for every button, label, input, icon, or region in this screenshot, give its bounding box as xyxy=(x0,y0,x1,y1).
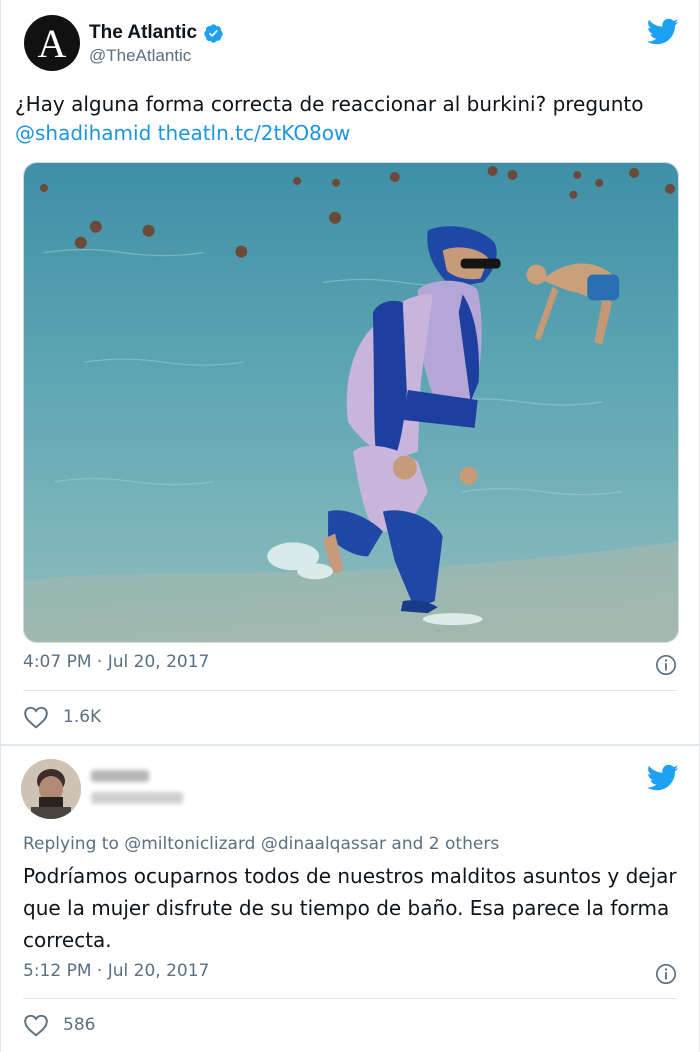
tweet-card-atlantic: A The Atlantic @TheAtlantic ¿Hay alguna … xyxy=(0,0,700,745)
tweet-text: ¿Hay alguna forma correcta de reaccionar… xyxy=(15,90,695,148)
verified-badge-icon xyxy=(203,23,224,44)
tweet-card-reply: Replying to @miltoniclizard @dinaalqassa… xyxy=(0,745,700,1052)
article-link[interactable]: theatln.tc/2tKO8ow xyxy=(158,121,351,145)
tweet-text-main: ¿Hay alguna forma correcta de reaccionar… xyxy=(15,92,644,116)
info-icon[interactable] xyxy=(655,963,677,985)
blurred-handle xyxy=(91,792,183,804)
display-name[interactable]: The Atlantic xyxy=(89,22,197,44)
mention-link[interactable]: @shadihamid xyxy=(15,121,151,145)
divider xyxy=(23,998,677,999)
like-button[interactable]: 1.6K xyxy=(23,705,101,729)
divider xyxy=(23,690,677,691)
reply-mentions[interactable]: @miltoniclizard @dinaalqassar xyxy=(124,834,386,854)
replying-to-label: Replying to xyxy=(23,834,119,854)
blurred-display-name xyxy=(91,770,149,782)
reply-timestamp[interactable]: 5:12 PM · Jul 20, 2017 xyxy=(23,961,209,981)
like-count: 586 xyxy=(63,1015,96,1035)
reply-others[interactable]: and 2 others xyxy=(391,834,499,854)
atlantic-avatar[interactable]: A xyxy=(24,15,80,71)
like-count: 1.6K xyxy=(63,707,102,727)
svg-text:A: A xyxy=(38,21,67,65)
twitter-bird-icon[interactable] xyxy=(647,18,679,46)
handle[interactable]: @TheAtlantic xyxy=(89,46,191,66)
twitter-bird-icon[interactable] xyxy=(647,764,679,792)
heart-icon[interactable] xyxy=(23,1013,49,1037)
tweet-photo[interactable] xyxy=(23,162,679,643)
tweet-timestamp[interactable]: 4:07 PM · Jul 20, 2017 xyxy=(23,652,209,672)
like-button[interactable]: 586 xyxy=(23,1013,95,1037)
info-icon[interactable] xyxy=(655,654,677,676)
replying-to-line: Replying to @miltoniclizard @dinaalqassa… xyxy=(23,834,499,854)
reply-avatar[interactable] xyxy=(21,759,81,819)
reply-text: Podríamos ocuparnos todos de nuestros ma… xyxy=(23,864,677,952)
heart-icon[interactable] xyxy=(23,705,49,729)
